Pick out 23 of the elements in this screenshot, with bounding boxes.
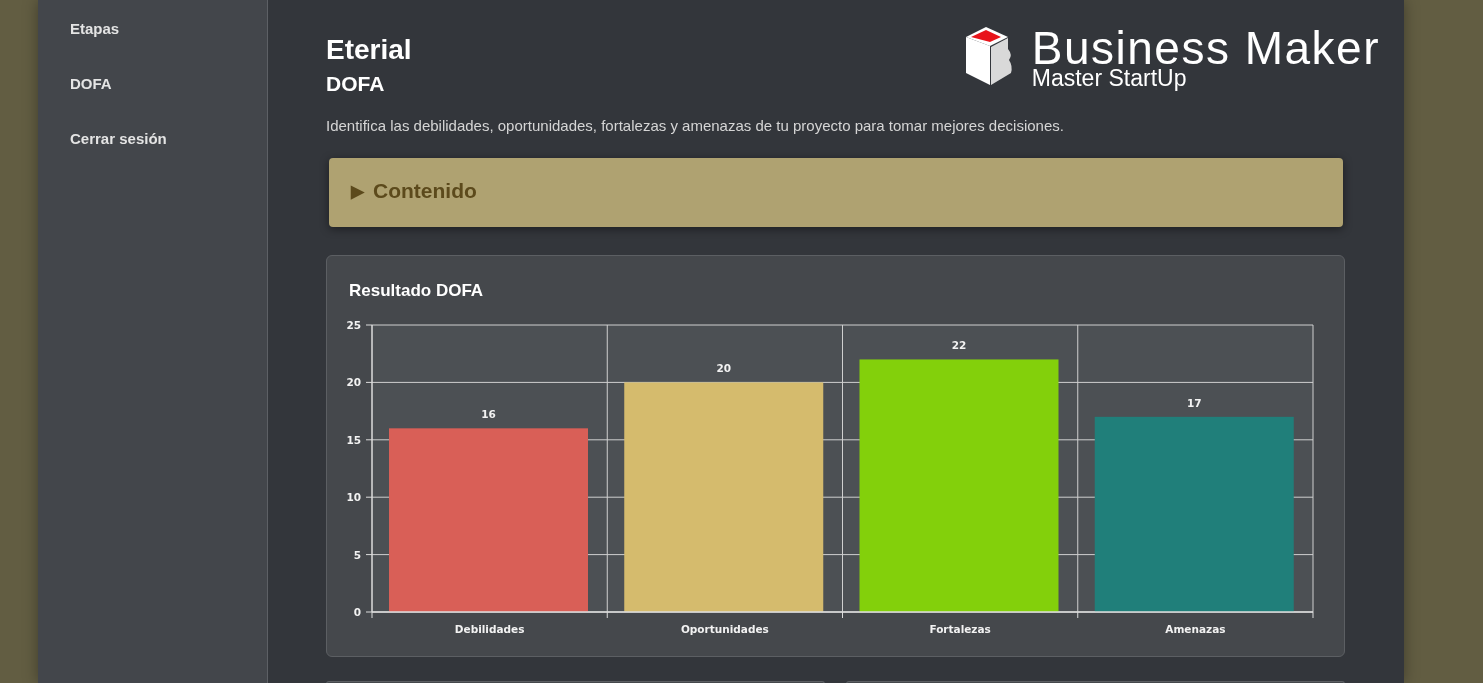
- tick-label: 15: [346, 433, 361, 446]
- page-subtitle: DOFA: [326, 72, 386, 96]
- brand-name: Business Maker: [1031, 27, 1380, 69]
- tick-label: 10: [346, 491, 361, 504]
- value-label: 20: [716, 362, 732, 375]
- value-label: 16: [481, 408, 496, 421]
- tick-label: 25: [346, 319, 361, 331]
- card-title: Resultado DOFA: [349, 281, 485, 301]
- tick-label: 5: [353, 548, 361, 561]
- tick-label: 20: [346, 376, 361, 389]
- tick-label: 0: [353, 606, 361, 618]
- sidebar-link[interactable]: Cerrar sesión: [70, 129, 167, 149]
- axis-label: Debilidades: [454, 623, 525, 635]
- logo-icon: [964, 25, 1013, 85]
- page-description: Identifica las debilidades, oportunidades, fortalezas y amenazas de tu proyecto para tomar mejores decisiones.: [326, 116, 1065, 136]
- sidebar-link[interactable]: DOFA: [70, 74, 112, 94]
- sidebar-link[interactable]: Etapas: [70, 19, 120, 39]
- page-title: Eterial: [326, 34, 412, 66]
- axis-label: Oportunidades: [680, 623, 769, 635]
- axis-label: Amenazas: [1165, 623, 1226, 635]
- axis-label: Fortalezas: [929, 623, 991, 635]
- value-label: 22: [951, 339, 967, 352]
- value-label: 17: [1186, 396, 1202, 409]
